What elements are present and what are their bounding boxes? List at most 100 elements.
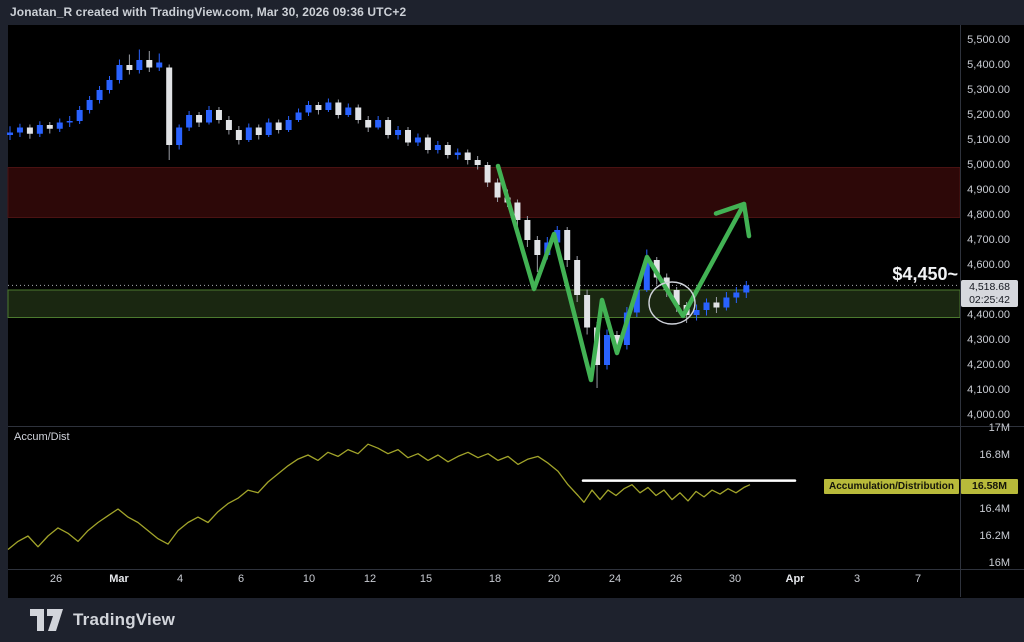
candle-body: [97, 90, 103, 100]
candle-body: [564, 230, 570, 260]
indicator-tick[interactable]: 16.4M: [960, 503, 1010, 515]
indicator-name-badge: Accumulation/Distribution: [824, 479, 959, 494]
candle-body: [266, 123, 272, 136]
tradingview-logo[interactable]: TradingView: [30, 609, 175, 631]
candle-body: [47, 125, 53, 129]
candle-body: [206, 110, 212, 123]
candle-body: [7, 133, 13, 136]
candle-body: [37, 125, 43, 134]
candle-body: [375, 120, 381, 128]
candle-body: [335, 103, 341, 116]
candle-body: [236, 130, 242, 140]
time-tick[interactable]: 20: [548, 573, 560, 585]
time-tick[interactable]: 3: [854, 573, 860, 585]
support-zone[interactable]: [8, 290, 960, 318]
candle-body: [107, 80, 113, 90]
accum-dist-line: [8, 444, 750, 549]
price-tick[interactable]: 4,000.00: [960, 409, 1010, 421]
time-tick[interactable]: 12: [364, 573, 376, 585]
time-tick[interactable]: 26: [50, 573, 62, 585]
tradingview-logo-icon: [30, 609, 64, 631]
candle-body: [146, 60, 152, 68]
price-tick[interactable]: 4,800.00: [960, 209, 1010, 221]
price-tick[interactable]: 4,700.00: [960, 234, 1010, 246]
candle-body: [306, 105, 312, 113]
candle-body: [704, 303, 710, 311]
candle-body: [116, 65, 122, 80]
indicator-tick[interactable]: 16.2M: [960, 530, 1010, 542]
price-tick[interactable]: 4,400.00: [960, 309, 1010, 321]
indicator-tick[interactable]: 17M: [960, 422, 1010, 434]
candle-body: [733, 293, 739, 298]
indicator-tick[interactable]: 16M: [960, 557, 1010, 569]
candle-body: [166, 68, 172, 146]
price-tick[interactable]: 4,900.00: [960, 184, 1010, 196]
candle-body: [723, 298, 729, 308]
price-tick[interactable]: 4,100.00: [960, 384, 1010, 396]
price-tick[interactable]: 4,300.00: [960, 334, 1010, 346]
candle-body: [435, 145, 441, 150]
candle-body: [743, 285, 749, 292]
candle-body: [405, 130, 411, 143]
candle-body: [325, 103, 331, 111]
time-tick[interactable]: 18: [489, 573, 501, 585]
last-price-value: 4,518.68: [961, 281, 1018, 294]
candle-body: [385, 120, 391, 135]
bottom-bar: TradingView: [0, 598, 1024, 642]
candle-body: [345, 108, 351, 116]
candle-body: [87, 100, 93, 110]
candle-body: [445, 145, 451, 155]
candle-body: [534, 240, 540, 255]
candle-body: [355, 108, 361, 121]
candle-body: [156, 63, 162, 68]
candle-body: [365, 120, 371, 128]
candle-body: [176, 128, 182, 146]
candle-body: [196, 115, 202, 123]
resistance-zone[interactable]: [8, 168, 960, 218]
candle-body: [584, 295, 590, 328]
price-target-annotation[interactable]: $4,450~: [892, 264, 958, 285]
price-tick[interactable]: 5,000.00: [960, 159, 1010, 171]
last-price-badge: 4,518.68 02:25:42: [961, 280, 1018, 307]
time-tick[interactable]: 7: [915, 573, 921, 585]
candle-body: [286, 120, 292, 130]
candle-body: [276, 123, 282, 131]
candle-body: [256, 128, 262, 136]
price-tick[interactable]: 5,500.00: [960, 34, 1010, 46]
time-tick[interactable]: 15: [420, 573, 432, 585]
candle-body: [455, 153, 461, 156]
time-tick[interactable]: 30: [729, 573, 741, 585]
candle-body: [315, 105, 321, 110]
bar-countdown: 02:25:42: [961, 294, 1018, 307]
price-tick[interactable]: 5,400.00: [960, 59, 1010, 71]
time-tick[interactable]: Mar: [109, 573, 129, 585]
price-tick[interactable]: 5,300.00: [960, 84, 1010, 96]
time-tick[interactable]: 6: [238, 573, 244, 585]
time-tick[interactable]: 10: [303, 573, 315, 585]
chart-canvas[interactable]: [0, 0, 1024, 642]
time-tick[interactable]: 24: [609, 573, 621, 585]
indicator-tick[interactable]: 16.8M: [960, 449, 1010, 461]
candle-body: [126, 65, 132, 70]
candle-body: [246, 128, 252, 141]
candle-body: [57, 123, 63, 129]
price-tick[interactable]: 5,200.00: [960, 109, 1010, 121]
candle-body: [415, 138, 421, 143]
candle-body: [216, 110, 222, 120]
candle-body: [77, 110, 83, 121]
time-tick[interactable]: 4: [177, 573, 183, 585]
price-tick[interactable]: 4,200.00: [960, 359, 1010, 371]
price-tick[interactable]: 5,100.00: [960, 134, 1010, 146]
price-tick[interactable]: 4,600.00: [960, 259, 1010, 271]
candle-body: [465, 153, 471, 161]
time-tick[interactable]: Apr: [786, 573, 805, 585]
candle-body: [27, 128, 33, 134]
time-tick[interactable]: 26: [670, 573, 682, 585]
indicator-value-badge: 16.58M: [961, 479, 1018, 494]
candle-body: [186, 115, 192, 128]
candle-body: [495, 183, 501, 198]
candle-body: [226, 120, 232, 130]
candle-body: [713, 303, 719, 308]
candle-body: [524, 220, 530, 240]
tradingview-snapshot: Jonatan_R created with TradingView.com, …: [0, 0, 1024, 642]
